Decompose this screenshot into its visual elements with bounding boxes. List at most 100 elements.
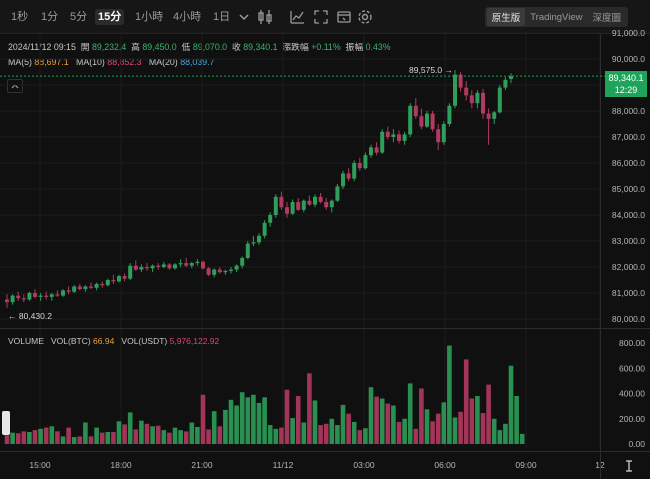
candle-body bbox=[492, 112, 497, 119]
volume-bar bbox=[10, 432, 15, 444]
candle-body bbox=[184, 263, 189, 266]
candle-body bbox=[178, 263, 183, 265]
volume-bar bbox=[200, 394, 206, 444]
candle-body bbox=[145, 267, 149, 269]
candle-body bbox=[89, 286, 93, 288]
volume-bar bbox=[27, 432, 32, 444]
candle-body bbox=[475, 92, 480, 104]
time-axis-tick: 11/12 bbox=[273, 460, 294, 470]
candle-body bbox=[77, 286, 82, 290]
volume-bar bbox=[21, 431, 27, 444]
candle-body bbox=[408, 105, 413, 135]
volume-bar bbox=[301, 422, 307, 444]
volume-bar bbox=[363, 428, 368, 444]
candle-body bbox=[66, 290, 71, 292]
current-price-tag: 89,340.1 12:29 bbox=[605, 71, 647, 97]
volume-bar bbox=[447, 345, 452, 444]
volume-bar bbox=[391, 405, 396, 444]
volume-bar bbox=[480, 413, 486, 444]
volume-bar bbox=[111, 432, 116, 444]
volume-bar bbox=[267, 425, 273, 444]
candle-body bbox=[503, 79, 508, 88]
candle-body bbox=[128, 265, 133, 279]
current-price: 89,340.1 bbox=[608, 73, 644, 83]
candle-body bbox=[206, 268, 211, 275]
candle-body bbox=[290, 202, 295, 214]
candle-body bbox=[251, 242, 256, 244]
candle-body bbox=[167, 264, 172, 269]
volume-axis-tick: 0.00 bbox=[628, 439, 645, 449]
time-axis-tick: 21:00 bbox=[191, 460, 213, 470]
volume-bar bbox=[122, 424, 127, 444]
volume-bar bbox=[66, 427, 71, 444]
volume-bar bbox=[195, 426, 200, 444]
volume-bar bbox=[497, 430, 503, 444]
volume-bar bbox=[463, 359, 469, 444]
volume-bar bbox=[413, 428, 419, 444]
volume-bar bbox=[245, 397, 251, 444]
text-cursor-icon[interactable] bbox=[624, 459, 634, 473]
candle-body bbox=[150, 265, 155, 269]
volume-axis-tick: 600.00 bbox=[619, 363, 645, 373]
volume-bar bbox=[228, 399, 234, 444]
price-axis-tick: 88,000.0 bbox=[612, 106, 645, 116]
volume-bar bbox=[172, 427, 178, 444]
volume-bar bbox=[155, 425, 161, 444]
volume-bar bbox=[368, 387, 374, 444]
price-axis-tick: 86,000.0 bbox=[612, 158, 645, 168]
volume-bar bbox=[206, 429, 211, 444]
candle-body bbox=[268, 215, 273, 223]
volume-axis-tick: 400.00 bbox=[619, 389, 645, 399]
volume-bar bbox=[435, 413, 441, 444]
volume-bar bbox=[307, 373, 312, 444]
volume-bar bbox=[99, 432, 105, 444]
candle-body bbox=[469, 95, 474, 104]
time-axis-tick: 03:00 bbox=[353, 460, 375, 470]
candle-body bbox=[5, 299, 9, 303]
candle-body bbox=[441, 124, 446, 143]
candle-body bbox=[453, 74, 457, 106]
volume-axis-tick: 800.00 bbox=[619, 338, 645, 348]
candle-body bbox=[413, 105, 418, 117]
volume-bar bbox=[234, 405, 239, 444]
candle-body bbox=[346, 173, 351, 179]
candle-body bbox=[240, 257, 245, 266]
volume-bar bbox=[178, 430, 183, 444]
candle-body bbox=[273, 196, 278, 215]
candle-body bbox=[16, 295, 21, 299]
price-chart: 80,000.0 81,000.0 82,000.0 83,000.0 84,000.0… bbox=[0, 28, 650, 479]
volume-bar bbox=[312, 400, 318, 444]
price-axis-tick: 81,000.0 bbox=[612, 288, 645, 298]
candle-body bbox=[189, 263, 194, 266]
volume-bar bbox=[38, 428, 43, 444]
candle-body bbox=[161, 264, 166, 267]
volume-bar bbox=[88, 436, 94, 444]
volume-bar bbox=[486, 384, 491, 444]
candle-body bbox=[111, 280, 116, 282]
volume-bar bbox=[458, 411, 463, 444]
time-axis-tick: 06:00 bbox=[434, 460, 456, 470]
volume-bar bbox=[144, 423, 150, 444]
candle-body bbox=[324, 202, 329, 208]
volume-label: VOLUME bbox=[8, 336, 44, 346]
volume-bar bbox=[55, 431, 60, 444]
scroll-handle[interactable] bbox=[2, 411, 10, 435]
candle-body bbox=[100, 283, 105, 286]
volume-bar bbox=[346, 413, 351, 444]
volume-bar bbox=[335, 425, 340, 444]
price-axis-tick: 80,000.0 bbox=[612, 314, 645, 324]
candle-body bbox=[55, 294, 60, 296]
candle-body bbox=[217, 269, 222, 273]
candle-body bbox=[83, 286, 88, 290]
candle-body bbox=[430, 113, 435, 130]
candle-body bbox=[38, 295, 43, 297]
candle-body bbox=[245, 243, 250, 258]
candle-body bbox=[229, 269, 233, 271]
price-axis-tick: 87,000.0 bbox=[612, 132, 645, 142]
volume-bar bbox=[419, 388, 424, 444]
candle-body bbox=[195, 261, 200, 264]
volume-bar bbox=[94, 427, 99, 444]
volume-bar bbox=[452, 417, 458, 444]
candle-body bbox=[301, 200, 306, 210]
volume-bar bbox=[32, 430, 38, 444]
